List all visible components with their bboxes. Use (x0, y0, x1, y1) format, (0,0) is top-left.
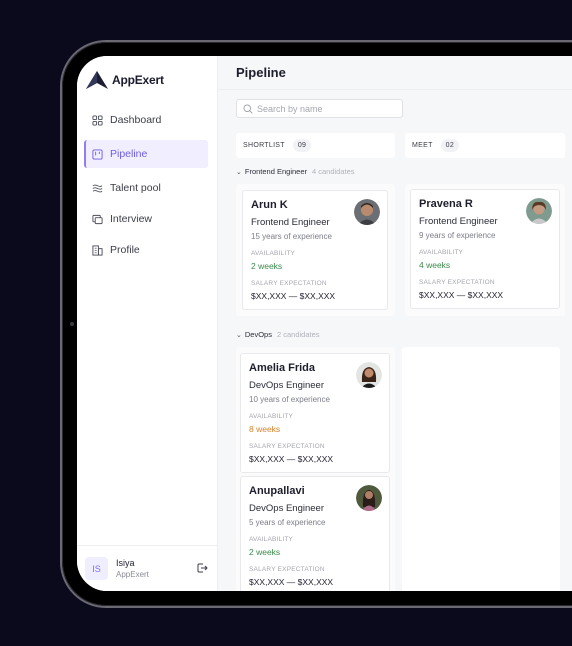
candidate-photo (356, 362, 382, 388)
user-panel: IS Isiya AppExert (77, 545, 218, 591)
group-toggle-frontend[interactable]: ⌄ Frontend Engineer 4 candidates (236, 167, 355, 176)
sidebar: AppExert Dashboard Pipeline Talent pool … (77, 56, 218, 591)
salary-label: SALARY EXPECTATION (249, 566, 325, 573)
group-title: Frontend Engineer (244, 167, 307, 176)
availability-value: 2 weeks (249, 547, 281, 557)
candidate-card[interactable]: Amelia Frida DevOps Engineer 10 years of… (240, 353, 390, 473)
group-count: 2 candidates (276, 330, 320, 339)
salary-value: $XX,XXX — $XX,XXX (249, 577, 334, 587)
salary-label: SALARY EXPECTATION (419, 279, 495, 286)
brand-logo[interactable]: AppExert (85, 70, 164, 90)
search-input[interactable] (257, 103, 397, 114)
main-content: Pipeline SHORTLIST 09 MEET 02 ⌄ Frontend… (218, 56, 572, 591)
sidebar-item-label: Interview (110, 213, 153, 225)
column-header-meet[interactable]: MEET 02 (405, 133, 565, 158)
candidate-experience: 9 years of experience (419, 231, 496, 240)
sidebar-item-label: Dashboard (110, 114, 162, 126)
logout-icon[interactable] (196, 562, 208, 574)
candidate-card[interactable]: Pravena R Frontend Engineer 9 years of e… (410, 189, 560, 309)
availability-value: 2 weeks (251, 261, 283, 271)
brand-name: AppExert (112, 73, 164, 87)
group-title: DevOps (244, 330, 272, 339)
page-header: Pipeline (218, 56, 572, 90)
salary-value: $XX,XXX — $XX,XXX (251, 291, 336, 301)
lane-meet-devops (402, 347, 560, 591)
kanban-icon (92, 148, 103, 160)
building-icon (92, 244, 103, 256)
sidebar-item-label: Talent pool (110, 182, 161, 194)
search-icon (243, 103, 253, 114)
candidate-card[interactable]: Arun K Frontend Engineer 15 years of exp… (242, 190, 388, 310)
column-label: SHORTLIST (243, 142, 285, 149)
candidate-card[interactable]: Anupallavi DevOps Engineer 5 years of ex… (240, 476, 390, 591)
availability-value: 8 weeks (249, 424, 281, 434)
availability-label: AVAILABILITY (249, 413, 294, 420)
search-box[interactable] (236, 99, 403, 118)
sidebar-item-dashboard[interactable]: Dashboard (84, 106, 208, 134)
user-name: Isiya (116, 558, 135, 568)
group-count: 4 candidates (312, 167, 355, 176)
sidebar-item-pipeline[interactable]: Pipeline (84, 140, 208, 168)
availability-label: AVAILABILITY (249, 536, 294, 543)
sidebar-item-talent-pool[interactable]: Talent pool (84, 174, 208, 202)
candidate-photo (354, 199, 380, 225)
sidebar-item-label: Pipeline (110, 148, 148, 160)
column-header-shortlist[interactable]: SHORTLIST 09 (236, 133, 395, 158)
availability-value: 4 weeks (419, 260, 451, 270)
sidebar-item-interview[interactable]: Interview (84, 205, 208, 233)
candidate-experience: 5 years of experience (249, 518, 326, 527)
count-badge: 02 (440, 139, 460, 152)
availability-label: AVAILABILITY (419, 249, 464, 256)
chevron-down-icon: ⌄ (236, 168, 242, 176)
salary-label: SALARY EXPECTATION (249, 443, 325, 450)
page-title: Pipeline (236, 65, 286, 80)
candidate-photo (526, 198, 552, 224)
user-org: AppExert (116, 570, 149, 579)
candidate-experience: 10 years of experience (249, 395, 330, 404)
avatar[interactable]: IS (85, 557, 108, 580)
chat-icon (92, 214, 103, 224)
column-label: MEET (412, 142, 433, 149)
chevron-down-icon: ⌄ (236, 331, 242, 339)
count-badge: 09 (292, 139, 312, 152)
camera-dot (70, 322, 74, 326)
candidate-photo (356, 485, 382, 511)
salary-value: $XX,XXX — $XX,XXX (249, 454, 334, 464)
sidebar-item-label: Profile (110, 244, 140, 256)
availability-label: AVAILABILITY (251, 250, 296, 257)
sidebar-item-profile[interactable]: Profile (84, 236, 208, 264)
app-screen: AppExert Dashboard Pipeline Talent pool … (77, 56, 572, 591)
waves-icon (92, 184, 103, 192)
salary-label: SALARY EXPECTATION (251, 280, 327, 287)
salary-value: $XX,XXX — $XX,XXX (419, 290, 504, 300)
grid-icon (92, 114, 103, 126)
appexert-logo-icon (86, 71, 108, 89)
candidate-experience: 15 years of experience (251, 232, 332, 241)
group-toggle-devops[interactable]: ⌄ DevOps 2 candidates (236, 330, 320, 339)
